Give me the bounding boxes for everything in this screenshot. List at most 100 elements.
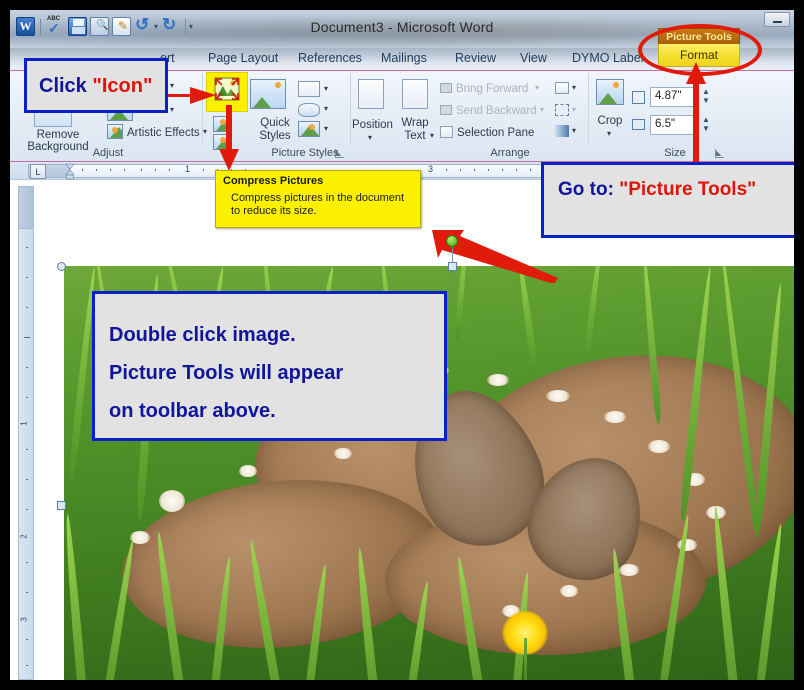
picture-styles-dialog-launcher[interactable]: ◣ <box>335 149 344 158</box>
quick-styles-label-line1: Quick <box>260 117 290 129</box>
tooltip-title: Compress Pictures <box>223 175 324 187</box>
artistic-effects-dropdown-icon[interactable]: ▾ <box>203 127 207 136</box>
rotate-dropdown-icon[interactable]: ▾ <box>572 126 576 135</box>
wrap-text-label-line1: Wrap <box>401 117 429 129</box>
tab-view[interactable]: View <box>520 51 547 65</box>
rotate-icon[interactable] <box>555 125 569 137</box>
callout-dc-line2: Picture Tools will appear <box>109 362 344 384</box>
ruler-number-3: 3 <box>428 164 434 174</box>
undo-icon[interactable] <box>134 15 153 36</box>
artistic-effects-label[interactable]: Artistic Effects <box>127 127 200 139</box>
remove-background-label-line1: Remove <box>36 129 80 141</box>
callout-click-icon-red: "Icon" <box>92 75 153 97</box>
group-label-arrange: Arrange <box>490 147 530 159</box>
red-arrow-up-to-format-tab <box>686 62 706 170</box>
red-arrow-down-to-tooltip <box>219 105 239 171</box>
shape-height-icon <box>632 91 645 104</box>
crop-icon[interactable] <box>596 79 624 105</box>
screenshot-frame: ▾ ▾ Document3 - Microsoft Word ert Page … <box>0 0 804 690</box>
wrap-text-icon[interactable] <box>402 79 428 109</box>
send-backward-icon <box>440 105 452 115</box>
vruler-number-2: 2 <box>19 534 29 539</box>
callout-double-click-image: Double click image. Picture Tools will a… <box>92 291 447 441</box>
position-icon[interactable] <box>358 79 384 109</box>
wrap-text-label-line2: Text <box>404 130 426 142</box>
picture-layout-dropdown-icon[interactable]: ▾ <box>324 124 328 133</box>
callout-dc-line3: on toolbar above. <box>109 400 276 422</box>
quick-styles-button[interactable]: Quick Styles <box>253 117 297 143</box>
selection-pane-icon[interactable] <box>440 126 453 138</box>
undo-dropdown-icon[interactable]: ▾ <box>154 22 158 31</box>
tab-page-layout[interactable]: Page Layout <box>208 51 278 65</box>
position-button[interactable]: Position <box>352 119 393 131</box>
selection-handle-middle-left[interactable] <box>57 501 66 510</box>
tab-dymo-label[interactable]: DYMO Label <box>572 51 644 65</box>
callout-dc-line1: Double click image. <box>109 324 296 346</box>
callout-go-to-picture-tools: Go to: "Picture Tools" <box>541 162 794 238</box>
dandelion-flower <box>502 611 548 680</box>
print-preview-icon[interactable] <box>90 17 109 36</box>
edit-icon[interactable] <box>112 17 131 36</box>
artistic-effects-icon[interactable] <box>107 124 123 139</box>
callout-goto-red: "Picture Tools" <box>619 179 757 200</box>
word-logo-icon[interactable] <box>16 17 35 36</box>
word-application-window: ▾ ▾ Document3 - Microsoft Word ert Page … <box>10 10 794 680</box>
align-icon[interactable] <box>555 82 569 94</box>
align-dropdown-icon[interactable]: ▾ <box>572 83 576 92</box>
group-objects-icon[interactable] <box>555 104 569 116</box>
crop-button[interactable]: Crop <box>593 115 627 127</box>
picture-layout-icon[interactable] <box>298 121 320 137</box>
group-objects-dropdown-icon[interactable]: ▾ <box>572 105 576 114</box>
picture-border-dropdown-icon[interactable]: ▾ <box>324 84 328 93</box>
rotation-handle[interactable] <box>446 235 458 247</box>
minimize-button[interactable] <box>764 12 790 27</box>
tab-stop-selector[interactable]: L <box>30 164 46 179</box>
compress-pictures-tooltip: Compress Pictures Compress pictures in t… <box>215 170 421 228</box>
size-dialog-launcher[interactable]: ◣ <box>715 149 724 158</box>
send-backward-button[interactable]: Send Backward <box>456 105 537 117</box>
redo-icon[interactable] <box>161 15 180 36</box>
position-dropdown-icon[interactable]: ▾ <box>368 133 372 142</box>
indent-markers-icon[interactable] <box>65 163 75 180</box>
tooltip-body-line1: Compress pictures in the document <box>231 192 405 204</box>
callout-click-icon: Click "Icon" <box>24 58 168 113</box>
picture-effects-icon[interactable] <box>298 103 320 117</box>
quick-styles-label-line2: Styles <box>259 130 291 142</box>
tab-mailings[interactable]: Mailings <box>381 51 427 65</box>
vertical-ruler[interactable]: 1 2 3 <box>18 186 34 680</box>
selection-handle-top-left[interactable] <box>57 262 66 271</box>
customize-qat-icon[interactable]: ▾ <box>189 22 193 31</box>
picture-border-icon[interactable] <box>298 81 320 97</box>
vertical-ruler-top-margin <box>19 187 33 229</box>
group-label-picture-styles: Picture Styles <box>271 147 339 159</box>
bring-forward-dropdown-icon[interactable]: ▾ <box>535 83 539 92</box>
crop-dropdown-icon[interactable]: ▾ <box>607 129 611 138</box>
selection-pane-button[interactable]: Selection Pane <box>457 127 534 139</box>
qat-divider-2 <box>185 18 187 35</box>
shape-width-icon <box>632 119 645 130</box>
bring-forward-button[interactable]: Bring Forward <box>456 83 528 95</box>
send-backward-dropdown-icon[interactable]: ▾ <box>540 105 544 114</box>
save-icon[interactable] <box>68 17 87 36</box>
tab-review[interactable]: Review <box>455 51 496 65</box>
callout-click-icon-blue: Click <box>39 75 93 97</box>
qat-divider <box>40 18 41 35</box>
callout-goto-blue: Go to: <box>558 179 620 200</box>
tab-references[interactable]: References <box>298 51 362 65</box>
wrap-text-button[interactable]: Wrap Text <box>398 117 432 143</box>
group-label-adjust: Adjust <box>92 147 124 159</box>
picture-effects-dropdown-icon[interactable]: ▾ <box>324 104 328 113</box>
ruler-number-1: 1 <box>185 164 191 174</box>
vruler-number-1: 1 <box>19 421 29 426</box>
vruler-number-3: 3 <box>19 617 29 622</box>
wrap-text-dropdown-icon[interactable]: ▾ <box>430 131 434 140</box>
bring-forward-icon <box>440 83 452 93</box>
quick-access-toolbar[interactable]: ▾ ▾ <box>16 15 193 37</box>
tooltip-body-line2: to reduce its size. <box>231 205 317 217</box>
window-controls[interactable] <box>764 12 790 27</box>
selection-handle-top-center[interactable] <box>448 262 457 271</box>
group-divider-3 <box>588 73 589 145</box>
picture-quick-style-preview-icon[interactable] <box>250 79 286 109</box>
spelling-icon[interactable] <box>46 16 65 37</box>
group-divider-2 <box>350 73 351 145</box>
